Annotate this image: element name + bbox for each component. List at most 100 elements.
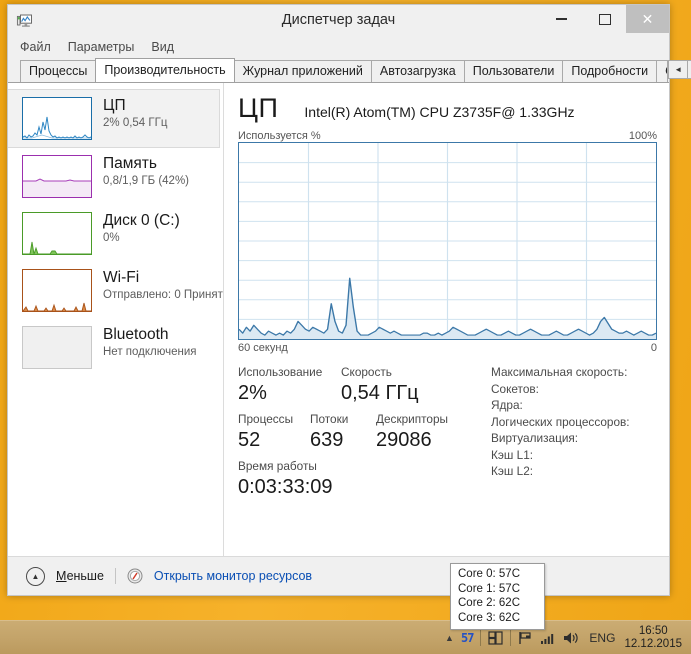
tooltip-line-core3: Core 3: 62C	[458, 611, 521, 624]
clock-date: 12.12.2015	[624, 637, 682, 650]
chart-y-axis-label: Используется %	[238, 130, 321, 142]
temperature-tray-icon[interactable]: 57	[461, 631, 474, 645]
sidebar-item-wifi[interactable]: Wi-Fi Отправлено: 0 Принято	[8, 262, 223, 319]
speed-label: Скорость	[341, 365, 392, 379]
tab-processes[interactable]: Процессы	[20, 60, 97, 82]
fewer-details-accesskey: М	[56, 569, 67, 583]
sidebar-disk-sub: 0%	[103, 232, 120, 244]
tab-services[interactable]: С.	[656, 60, 669, 82]
signal-bars-icon[interactable]	[540, 631, 556, 645]
sidebar-memory-sub: 0,8/1,9 ГБ (42%)	[103, 175, 190, 187]
close-icon: ✕	[641, 11, 654, 27]
clock[interactable]: 16:50 12.12.2015	[624, 625, 685, 651]
sidebar-item-memory[interactable]: Память 0,8/1,9 ГБ (42%)	[8, 148, 223, 205]
resource-sidebar: ЦП 2% 0,54 ГГц Память 0,8/1,9 ГБ (42%) Д…	[8, 83, 224, 556]
wifi-thumbnail-graph	[22, 269, 92, 312]
chart-x-axis-end: 0	[650, 342, 657, 354]
processes-value: 52	[238, 429, 261, 451]
menu-item-options[interactable]: Параметры	[68, 40, 135, 54]
info-max-speed: Максимальная скорость:	[491, 365, 628, 379]
menu-bar: Файл Параметры Вид	[8, 37, 669, 57]
info-logical-processors: Логических процессоров:	[491, 414, 630, 429]
page-title: ЦП	[238, 93, 279, 123]
sidebar-item-bluetooth[interactable]: Bluetooth Нет подключения	[8, 319, 223, 376]
threads-value: 639	[310, 429, 344, 451]
sidebar-disk-title: Диск 0 (C:)	[103, 212, 180, 229]
fewer-details-rest: еньше	[66, 569, 104, 583]
tooltip-line-core1: Core 1: 57C	[458, 582, 521, 595]
cpu-usage-chart[interactable]	[238, 142, 657, 340]
sidebar-item-cpu[interactable]: ЦП 2% 0,54 ГГц	[8, 89, 220, 148]
cpu-info-list: Максимальная скорость: Сокетов: Ядра: Ло…	[473, 364, 657, 501]
tab-scroll-right-button[interactable]: ►	[687, 60, 691, 79]
tooltip-line-core2: Core 2: 62C	[458, 597, 521, 609]
handles-label: Дескрипторы	[376, 412, 449, 426]
chart-y-axis-max: 100%	[628, 130, 657, 142]
sidebar-bluetooth-sub: Нет подключения	[103, 346, 197, 358]
memory-thumbnail-graph	[22, 155, 92, 198]
tooltip-line-core0: Core 0: 57C	[458, 568, 521, 580]
primary-stats: Использование 2% Скорость 0,54 ГГц Проце…	[238, 364, 473, 501]
info-sockets: Сокетов:	[491, 381, 539, 396]
tab-startup[interactable]: Автозагрузка	[370, 60, 465, 82]
uptime-label: Время работы	[238, 459, 317, 473]
core-temperature-tooltip: Core 0: 57C Core 1: 57C Core 2: 62C Core…	[450, 563, 545, 630]
sidebar-wifi-title: Wi-Fi	[103, 269, 140, 286]
speaker-icon[interactable]	[563, 631, 580, 645]
resource-monitor-icon	[127, 568, 143, 584]
chevron-up-icon[interactable]: ▲	[26, 566, 45, 586]
tab-performance[interactable]: Производительность	[95, 58, 235, 82]
tab-users[interactable]: Пользователи	[463, 60, 564, 82]
tab-details[interactable]: Подробности	[562, 60, 658, 82]
show-hidden-icons-button[interactable]: ▲	[445, 633, 454, 643]
bluetooth-thumbnail-graph	[22, 326, 92, 369]
panel-header: ЦП Intel(R) Atom(TM) CPU Z3735F@ 1.33GHz	[238, 93, 657, 123]
caption-buttons: ✕	[540, 5, 669, 33]
cpu-detail-panel: ЦП Intel(R) Atom(TM) CPU Z3735F@ 1.33GHz…	[224, 83, 669, 556]
utilization-value: 2%	[238, 382, 267, 404]
sidebar-wifi-sub: Отправлено: 0 Принято	[103, 289, 224, 301]
utilization-label: Использование	[238, 365, 323, 379]
flag-icon[interactable]	[518, 631, 533, 645]
sidebar-memory-title: Память	[103, 155, 157, 172]
statistics-area: Использование 2% Скорость 0,54 ГГц Проце…	[238, 364, 657, 501]
chart-bottom-labels: 60 секунд 0	[238, 342, 657, 354]
footer-separator	[114, 568, 116, 584]
menu-item-view[interactable]: Вид	[151, 40, 174, 54]
tab-scroll-buttons: ◄ ►	[668, 60, 691, 79]
sidebar-bluetooth-title: Bluetooth	[103, 326, 169, 343]
maximize-button[interactable]	[583, 5, 626, 33]
window-footer: ▲ Меньше Открыть монитор ресурсов	[8, 556, 669, 595]
title-bar[interactable]: Диспетчер задач ✕	[8, 5, 669, 37]
uptime-value: 0:03:33:09	[238, 476, 333, 498]
info-l1-cache: Кэш L1:	[491, 447, 534, 462]
info-cores: Ядра:	[491, 398, 523, 412]
threads-label: Потоки	[310, 412, 349, 426]
fewer-details-button[interactable]: Меньше	[56, 569, 104, 583]
close-button[interactable]: ✕	[626, 5, 669, 33]
cpu-usage-chart-svg	[239, 143, 656, 339]
content-area: ЦП 2% 0,54 ГГц Память 0,8/1,9 ГБ (42%) Д…	[8, 82, 669, 556]
chart-x-axis-label: 60 секунд	[238, 342, 288, 354]
language-indicator[interactable]: ENG	[587, 631, 617, 645]
processes-label: Процессы	[238, 412, 294, 426]
tab-app-history[interactable]: Журнал приложений	[233, 60, 372, 82]
cpu-thumbnail-graph	[22, 97, 92, 140]
minimize-button[interactable]	[540, 5, 583, 33]
sidebar-cpu-sub: 2% 0,54 ГГц	[103, 117, 168, 129]
window-grid-icon[interactable]	[488, 630, 504, 645]
task-manager-window: Диспетчер задач ✕ Файл Параметры Вид Про…	[7, 4, 691, 596]
menu-item-file[interactable]: Файл	[20, 40, 51, 54]
open-resource-monitor-link[interactable]: Открыть монитор ресурсов	[154, 569, 312, 583]
tab-scroll-left-button[interactable]: ◄	[668, 60, 689, 79]
sidebar-cpu-title: ЦП	[103, 97, 126, 114]
clock-time: 16:50	[638, 624, 668, 637]
tray-separator-1	[480, 629, 482, 646]
disk-thumbnail-graph	[22, 212, 92, 255]
tab-strip: Процессы Производительность Журнал прило…	[8, 57, 691, 82]
info-virtualization: Виртуализация:	[491, 431, 579, 445]
sidebar-item-disk[interactable]: Диск 0 (C:) 0%	[8, 205, 223, 262]
taskbar: ▲ 57 ENG 16:50 12.12.2015	[0, 620, 691, 654]
info-l2-cache: Кэш L2:	[491, 464, 534, 478]
tray-separator-2	[510, 629, 512, 646]
